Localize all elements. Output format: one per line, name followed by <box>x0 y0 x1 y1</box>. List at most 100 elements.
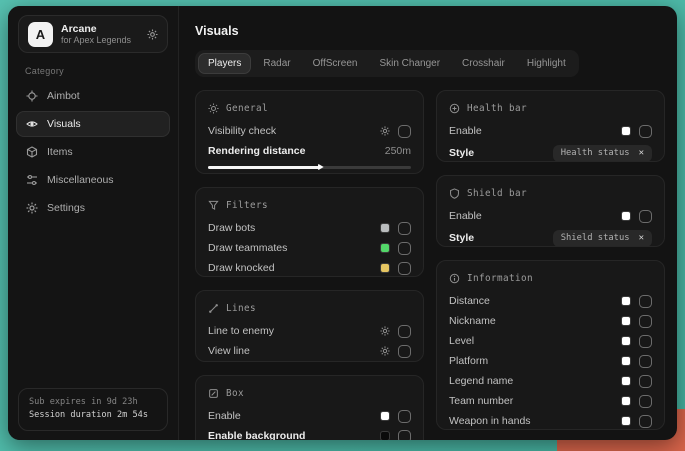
card-health-bar: Health bar Enable Style Health status <box>436 90 665 162</box>
legend-name-color-swatch[interactable] <box>621 376 631 386</box>
tab-radar[interactable]: Radar <box>253 53 300 74</box>
sidebar-item-visuals[interactable]: Visuals <box>16 111 170 137</box>
tab-crosshair[interactable]: Crosshair <box>452 53 515 74</box>
rendering-distance-value: 250m <box>385 145 411 157</box>
weapon-checkbox[interactable] <box>639 415 652 428</box>
legend-name-checkbox[interactable] <box>639 375 652 388</box>
card-title-label: Information <box>467 273 533 284</box>
shield-color-swatch[interactable] <box>621 211 631 221</box>
funnel-icon <box>208 200 219 211</box>
health-style-label: Style <box>449 147 474 159</box>
eye-icon <box>26 118 38 130</box>
gear-icon[interactable] <box>380 346 390 356</box>
nickname-checkbox[interactable] <box>639 315 652 328</box>
view-line-checkbox[interactable] <box>398 345 411 358</box>
health-style-tag: Health status <box>561 148 630 158</box>
box-background-checkbox[interactable] <box>398 430 411 441</box>
close-icon[interactable] <box>639 148 644 158</box>
draw-bots-color-swatch[interactable] <box>380 223 390 233</box>
distance-label: Distance <box>449 295 490 307</box>
sidebar-item-label: Miscellaneous <box>47 174 114 186</box>
subscription-expiry: Sub expires in 9d 23h <box>29 396 157 410</box>
draw-bots-label: Draw bots <box>208 222 255 234</box>
category-label: Category <box>25 66 178 76</box>
line-icon <box>208 303 219 314</box>
tab-offscreen[interactable]: OffScreen <box>303 53 368 74</box>
gear-icon[interactable] <box>380 126 390 136</box>
level-label: Level <box>449 335 474 347</box>
card-title-label: Filters <box>226 200 268 211</box>
team-number-checkbox[interactable] <box>639 395 652 408</box>
box-background-color-swatch[interactable] <box>380 431 390 440</box>
cube-icon <box>26 146 38 158</box>
app-card: A Arcane for Apex Legends <box>18 15 168 53</box>
level-color-swatch[interactable] <box>621 336 631 346</box>
shield-icon <box>449 188 460 199</box>
box-enable-label: Enable <box>208 410 241 422</box>
tab-highlight[interactable]: Highlight <box>517 53 576 74</box>
visuals-tabbar: Players Radar OffScreen Skin Changer Cro… <box>195 50 579 77</box>
sidebar-item-miscellaneous[interactable]: Miscellaneous <box>16 167 170 193</box>
box-enable-color-swatch[interactable] <box>380 411 390 421</box>
card-information: Information Distance Nickname Level <box>436 260 665 430</box>
draw-teammates-color-swatch[interactable] <box>380 243 390 253</box>
tab-skin-changer[interactable]: Skin Changer <box>369 53 450 74</box>
app-logo: A <box>28 22 53 47</box>
rendering-distance-slider[interactable] <box>208 166 411 169</box>
draw-knocked-color-swatch[interactable] <box>380 263 390 273</box>
draw-knocked-checkbox[interactable] <box>398 262 411 275</box>
draw-knocked-label: Draw knocked <box>208 262 275 274</box>
card-title-label: General <box>226 103 268 114</box>
session-duration: Session duration 2m 54s <box>29 409 157 423</box>
health-enable-label: Enable <box>449 125 482 137</box>
box-icon <box>208 388 219 399</box>
sidebar-nav: Aimbot Visuals Items Miscellaneous Setti… <box>8 83 178 221</box>
arcane-window: A Arcane for Apex Legends Category Aimbo… <box>8 6 677 440</box>
tab-players[interactable]: Players <box>198 53 251 74</box>
sidebar-item-items[interactable]: Items <box>16 139 170 165</box>
slider-thumb[interactable] <box>318 164 324 171</box>
visibility-check-checkbox[interactable] <box>398 125 411 138</box>
sidebar-item-aimbot[interactable]: Aimbot <box>16 83 170 109</box>
nickname-color-swatch[interactable] <box>621 316 631 326</box>
shield-style-label: Style <box>449 232 474 244</box>
gear-icon[interactable] <box>380 326 390 336</box>
sidebar-item-settings[interactable]: Settings <box>16 195 170 221</box>
platform-label: Platform <box>449 355 488 367</box>
sidebar-item-label: Aimbot <box>47 90 80 102</box>
sun-icon <box>208 103 219 114</box>
platform-checkbox[interactable] <box>639 355 652 368</box>
close-icon[interactable] <box>639 233 644 243</box>
sliders-icon <box>26 174 38 186</box>
level-checkbox[interactable] <box>639 335 652 348</box>
sidebar: A Arcane for Apex Legends Category Aimbo… <box>8 6 179 440</box>
app-subtitle: for Apex Legends <box>61 35 131 45</box>
distance-color-swatch[interactable] <box>621 296 631 306</box>
rendering-distance-label: Rendering distance <box>208 145 305 157</box>
draw-teammates-label: Draw teammates <box>208 242 287 254</box>
line-to-enemy-label: Line to enemy <box>208 325 274 337</box>
line-to-enemy-checkbox[interactable] <box>398 325 411 338</box>
legend-name-label: Legend name <box>449 375 513 387</box>
health-enable-checkbox[interactable] <box>639 125 652 138</box>
team-number-label: Team number <box>449 395 513 407</box>
health-style-select[interactable]: Health status <box>553 145 652 162</box>
box-enable-checkbox[interactable] <box>398 410 411 423</box>
shield-enable-label: Enable <box>449 210 482 222</box>
draw-teammates-checkbox[interactable] <box>398 242 411 255</box>
team-number-color-swatch[interactable] <box>621 396 631 406</box>
health-icon <box>449 103 460 114</box>
page-title: Visuals <box>195 24 665 38</box>
distance-checkbox[interactable] <box>639 295 652 308</box>
app-name: Arcane <box>61 23 131 35</box>
health-color-swatch[interactable] <box>621 126 631 136</box>
platform-color-swatch[interactable] <box>621 356 631 366</box>
shield-style-select[interactable]: Shield status <box>553 230 652 247</box>
info-icon <box>449 273 460 284</box>
card-title-label: Shield bar <box>467 188 527 199</box>
weapon-color-swatch[interactable] <box>621 416 631 426</box>
shield-enable-checkbox[interactable] <box>639 210 652 223</box>
gear-icon[interactable] <box>147 29 158 40</box>
card-title-label: Lines <box>226 303 256 314</box>
draw-bots-checkbox[interactable] <box>398 222 411 235</box>
